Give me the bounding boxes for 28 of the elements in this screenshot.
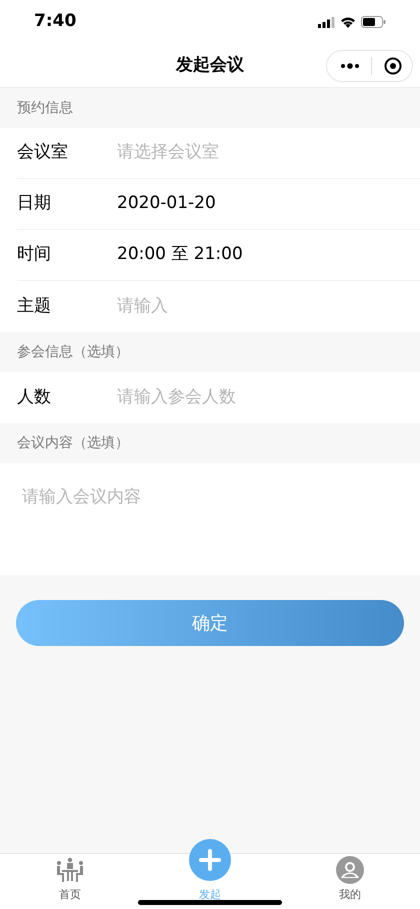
tab-label[interactable]: 首页 [59, 886, 81, 903]
input-field[interactable]: 请输入 [117, 294, 404, 320]
form-row[interactable]: 主题 请输入 [0, 281, 420, 332]
input-field[interactable]: 请选择会议室 [117, 140, 404, 166]
status-time: 7:40 [34, 10, 76, 34]
field-label: 日期 [17, 192, 52, 216]
battery-icon [361, 16, 386, 28]
input-field[interactable]: 请输入参会人数 [117, 384, 404, 410]
form-row[interactable]: 人数 请输入参会人数 [0, 372, 420, 423]
text-area[interactable]: 请输入会议内容 [0, 463, 420, 575]
section-header: 参会信息（选填） [17, 342, 129, 362]
field-label: 主题 [17, 294, 52, 318]
page-title: 发起会议 [176, 54, 244, 77]
form-row[interactable]: 会议室 请选择会议室 [0, 128, 420, 179]
more-icon[interactable] [341, 63, 359, 69]
field-label: 会议室 [17, 141, 69, 164]
signal-icon [318, 16, 335, 28]
close-icon[interactable] [384, 57, 402, 75]
section-header: 预约信息 [17, 98, 73, 118]
field-label: 时间 [17, 243, 52, 266]
field-value[interactable]: 2020-01-20 [117, 191, 404, 217]
field-value[interactable]: 20:00 至 21:00 [117, 242, 404, 268]
tab-label[interactable]: 我的 [339, 886, 361, 903]
meeting-icon [56, 856, 84, 882]
field-label: 人数 [17, 386, 52, 409]
avatar-icon [336, 856, 364, 884]
wifi-icon [340, 16, 356, 28]
section-header: 会议内容（选填） [17, 434, 129, 452]
